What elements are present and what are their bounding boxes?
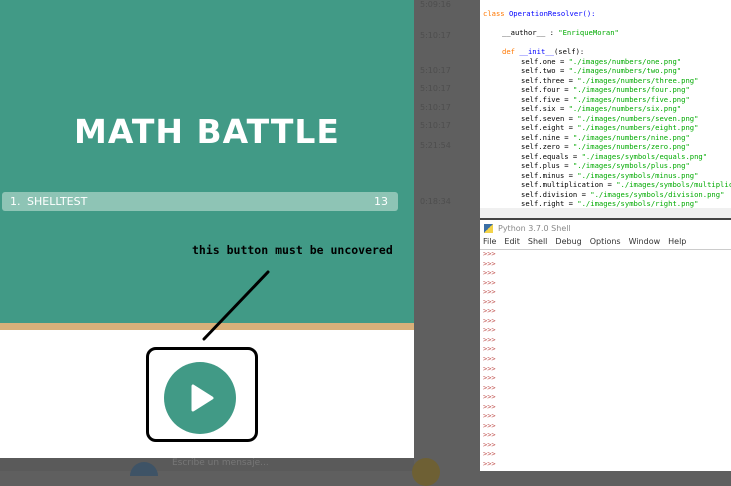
menu-debug[interactable]: Debug xyxy=(555,237,581,249)
code-line: class OperationResolver(): xyxy=(483,9,596,18)
play-icon xyxy=(191,384,214,412)
floating-button[interactable] xyxy=(412,458,440,486)
shell-prompt: >>> xyxy=(483,450,496,459)
menu-window[interactable]: Window xyxy=(629,237,661,249)
shell-prompt: >>> xyxy=(483,374,496,383)
code-line: self.two = "./images/numbers/two.png" xyxy=(521,66,682,75)
shell-prompt: >>> xyxy=(483,269,496,278)
shell-prompt: >>> xyxy=(483,335,496,344)
shell-output[interactable]: >>> >>> >>> >>> >>> >>> >>> >>> >>> >>> >>> >>> >>> >… xyxy=(480,250,731,470)
code-line: self.one = "./images/numbers/one.png" xyxy=(521,56,682,66)
avatar xyxy=(130,462,158,476)
timestamp: 0:18:34 xyxy=(420,197,451,206)
shell-prompt: >>> xyxy=(483,345,496,354)
code-line: self.equals = "./images/symbols/equals.p… xyxy=(521,151,708,161)
python-icon xyxy=(484,224,493,233)
shell-titlebar: Python 3.7.0 Shell xyxy=(480,220,731,237)
code-line: self.six = "./images/numbers/six.png" xyxy=(521,104,682,113)
chat-input[interactable]: Escribe un mensaje... xyxy=(172,458,269,468)
shell-prompt: >>> xyxy=(483,393,496,402)
shell-prompt: >>> xyxy=(483,383,496,392)
shell-prompt: >>> xyxy=(483,412,496,421)
shell-prompt: >>> xyxy=(483,355,496,364)
timestamp: 5:10:17 xyxy=(420,31,451,40)
shell-prompt: >>> xyxy=(483,421,496,430)
timestamp: 5:10:17 xyxy=(420,66,451,75)
code-line: def __init__(self): xyxy=(502,47,585,56)
code-line: self.minus = "./images/symbols/minus.png… xyxy=(521,170,699,180)
shell-prompt: >>> xyxy=(483,307,496,316)
menu-shell[interactable]: Shell xyxy=(528,237,548,249)
shell-prompt: >>> xyxy=(483,402,496,411)
code-line: __author__ : "EnriqueMoran" xyxy=(502,28,619,37)
shell-prompt: >>> xyxy=(483,431,496,440)
shell-prompt: >>> xyxy=(483,440,496,449)
menu-help[interactable]: Help xyxy=(668,237,686,249)
shell-prompt: >>> xyxy=(483,278,496,287)
chat-input-bar[interactable]: Escribe un mensaje... xyxy=(0,458,414,476)
code-line: self.eight = "./images/numbers/eight.png… xyxy=(521,123,699,132)
code-line: self.plus = "./images/symbols/plus.png" xyxy=(521,161,690,170)
shell-title: Python 3.7.0 Shell xyxy=(498,224,571,233)
python-shell-window[interactable]: Python 3.7.0 Shell File Edit Shell Debug Opt… xyxy=(480,220,731,471)
menu-options[interactable]: Options xyxy=(590,237,621,249)
code-line: self.three = "./images/numbers/three.png… xyxy=(521,75,699,85)
menu-edit[interactable]: Edit xyxy=(504,237,520,249)
code-editor[interactable]: class OperationResolver(): __author__ : … xyxy=(480,0,731,208)
code-line: self.seven = "./images/numbers/seven.png… xyxy=(521,113,699,123)
shell-prompt: >>> xyxy=(483,460,496,469)
shell-prompt: >>> xyxy=(483,250,496,258)
shell-prompt: >>> xyxy=(483,259,496,268)
editor-statusbar xyxy=(480,208,731,220)
shell-prompt: >>> xyxy=(483,364,496,373)
timestamp: 5:10:17 xyxy=(420,121,451,130)
code-line: self.division = "./images/symbols/divisi… xyxy=(521,189,725,199)
game-window: MATH BATTLE 1. SHELLTEST 13 this button … xyxy=(0,0,414,458)
code-line: self.nine = "./images/numbers/nine.png" xyxy=(521,132,690,142)
code-line: self.four = "./images/numbers/four.png" xyxy=(521,85,690,94)
timestamp: 5:09:16 xyxy=(420,0,451,9)
background-chat-timestamps: 5:09:16 5:10:17 5:10:17 5:10:17 5:10:17 … xyxy=(414,0,480,471)
shell-menubar: File Edit Shell Debug Options Window Help xyxy=(480,237,731,250)
code-line: self.right = "./images/symbols/right.png… xyxy=(521,199,699,208)
menu-file[interactable]: File xyxy=(483,237,496,249)
shell-prompt: >>> xyxy=(483,297,496,306)
code-line: self.zero = "./images/numbers/zero.png" xyxy=(521,142,690,151)
play-button[interactable] xyxy=(164,362,236,434)
shell-prompt: >>> xyxy=(483,316,496,325)
shell-prompt: >>> xyxy=(483,288,496,297)
timestamp: 5:10:17 xyxy=(420,84,451,93)
code-line: self.multiplication = "./images/symbols/… xyxy=(521,180,731,189)
timestamp: 5:10:17 xyxy=(420,103,451,112)
timestamp: 5:21:54 xyxy=(420,141,451,150)
shell-prompt: >>> xyxy=(483,326,496,335)
code-line: self.five = "./images/numbers/five.png" xyxy=(521,94,690,104)
